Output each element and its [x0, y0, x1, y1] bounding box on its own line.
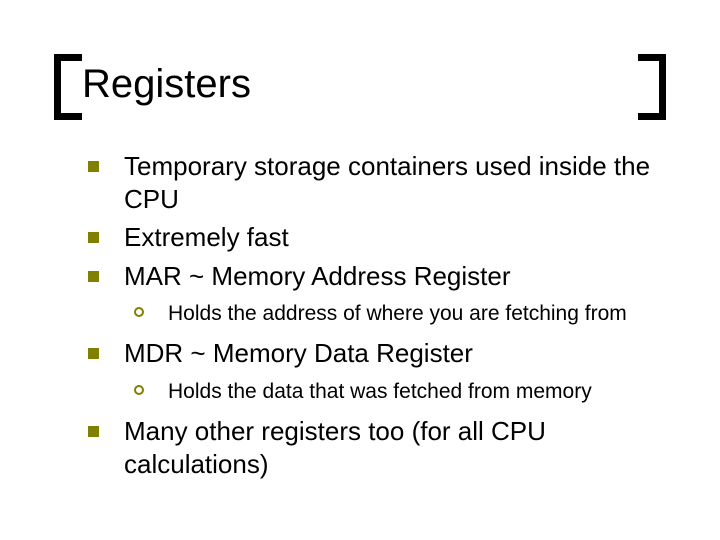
list-item: Temporary storage containers used inside… [80, 150, 660, 215]
bullet-text: MAR ~ Memory Address Register [124, 261, 511, 291]
list-item: Holds the address of where you are fetch… [124, 300, 660, 327]
slide-body: Temporary storage containers used inside… [80, 150, 660, 486]
sub-bullet-list: Holds the address of where you are fetch… [124, 300, 660, 327]
bullet-text: Many other registers too (for all CPU ca… [124, 416, 546, 479]
sub-bullet-list: Holds the data that was fetched from mem… [124, 378, 660, 405]
list-item: MDR ~ Memory Data Register Holds the dat… [80, 337, 660, 405]
bullet-text: Extremely fast [124, 222, 289, 252]
slide-title: Registers [82, 62, 251, 107]
right-bracket-icon [638, 54, 666, 120]
slide: Registers Temporary storage containers u… [0, 0, 720, 540]
left-bracket-icon [54, 54, 82, 120]
bullet-text: Holds the address of where you are fetch… [168, 302, 627, 325]
bullet-list: Temporary storage containers used inside… [80, 150, 660, 480]
list-item: MAR ~ Memory Address Register Holds the … [80, 260, 660, 328]
bullet-text: Temporary storage containers used inside… [124, 151, 650, 214]
list-item: Many other registers too (for all CPU ca… [80, 415, 660, 480]
list-item: Extremely fast [80, 221, 660, 254]
bullet-text: MDR ~ Memory Data Register [124, 338, 473, 368]
list-item: Holds the data that was fetched from mem… [124, 378, 660, 405]
bullet-text: Holds the data that was fetched from mem… [168, 380, 592, 403]
title-area: Registers [54, 54, 666, 120]
